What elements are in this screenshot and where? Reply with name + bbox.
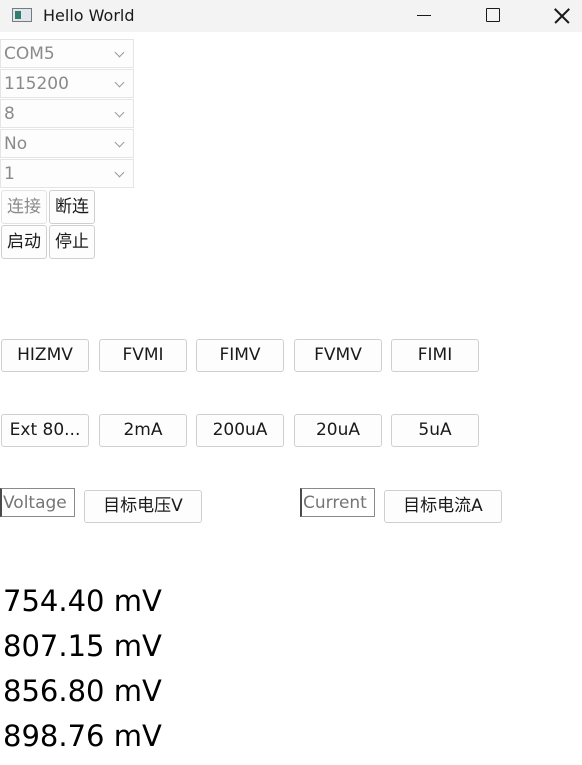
range-button-20ua[interactable]: 20uA <box>294 414 382 447</box>
range-button-2ma[interactable]: 2mA <box>99 414 187 447</box>
window-title: Hello World <box>43 6 135 25</box>
reading-value: 856.80 mV <box>3 674 162 708</box>
parity-select[interactable]: No <box>0 129 134 158</box>
port-select-value: COM5 <box>4 44 55 64</box>
stop-bits-select[interactable]: 1 <box>0 159 134 188</box>
stop-button[interactable]: 停止 <box>49 225 95 259</box>
stop-bits-select-value: 1 <box>4 164 15 184</box>
mode-button-fimi[interactable]: FIMI <box>391 339 479 372</box>
mode-button-fvmi[interactable]: FVMI <box>99 339 187 372</box>
mode-button-hizmv[interactable]: HIZMV <box>1 339 89 372</box>
mode-button-fimv[interactable]: FIMV <box>196 339 284 372</box>
maximize-button[interactable] <box>470 0 516 32</box>
start-button[interactable]: 启动 <box>1 225 47 259</box>
data-bits-select[interactable]: 8 <box>0 99 134 128</box>
set-current-button[interactable]: 目标电流A <box>384 490 502 523</box>
range-button-5ua[interactable]: 5uA <box>391 414 479 447</box>
title-bar: Hello World <box>0 0 582 32</box>
port-select[interactable]: COM5 <box>0 39 134 68</box>
baud-rate-select[interactable]: 115200 <box>0 69 134 98</box>
set-voltage-button[interactable]: 目标电压V <box>84 490 202 523</box>
close-button[interactable] <box>540 0 582 32</box>
minimize-button[interactable] <box>401 0 447 32</box>
mode-button-fvmv[interactable]: FVMV <box>294 339 382 372</box>
data-bits-select-value: 8 <box>4 104 15 124</box>
app-window-icon <box>12 8 32 22</box>
chevron-down-icon <box>114 77 125 88</box>
voltage-input[interactable] <box>0 488 75 517</box>
reading-value: 807.15 mV <box>3 629 162 663</box>
chevron-down-icon <box>114 47 125 58</box>
baud-rate-select-value: 115200 <box>4 74 69 94</box>
range-button-200ua[interactable]: 200uA <box>196 414 284 447</box>
connect-button[interactable]: 连接 <box>1 190 47 224</box>
range-button-ext[interactable]: Ext 80... <box>1 414 89 447</box>
reading-value: 754.40 mV <box>3 584 162 618</box>
parity-select-value: No <box>4 134 28 154</box>
chevron-down-icon <box>114 167 125 178</box>
app-window: Hello World COM5 115200 8 No 1 连接 断连 启动 … <box>0 0 582 765</box>
chevron-down-icon <box>114 107 125 118</box>
chevron-down-icon <box>114 137 125 148</box>
reading-value: 898.76 mV <box>3 719 162 753</box>
current-input[interactable] <box>300 488 375 517</box>
disconnect-button[interactable]: 断连 <box>49 190 95 224</box>
